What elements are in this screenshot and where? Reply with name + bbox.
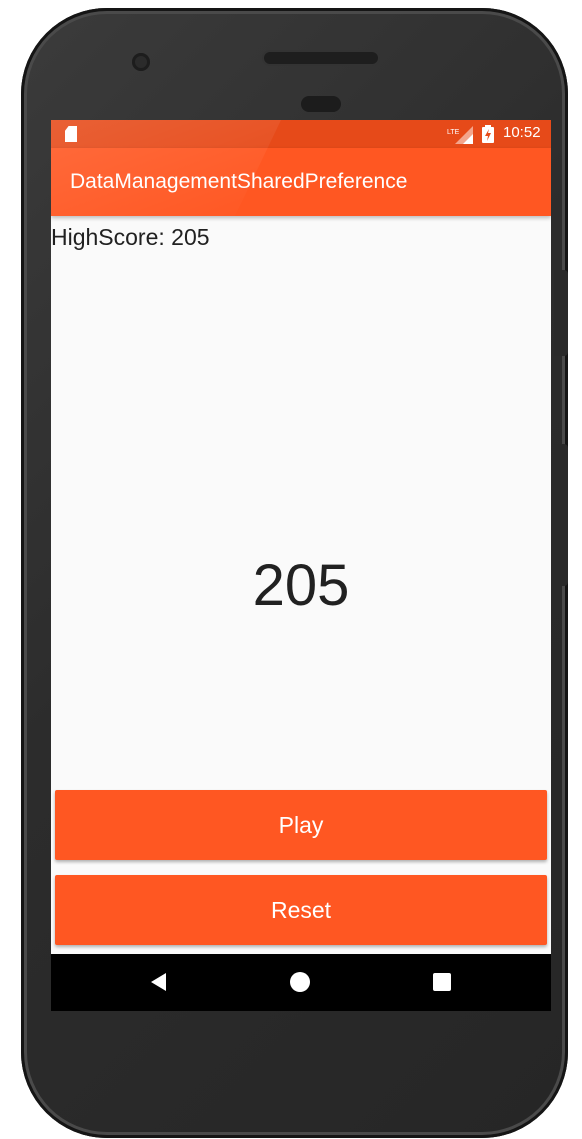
front-camera xyxy=(132,53,150,71)
app-bar: DataManagementSharedPreference xyxy=(51,120,551,216)
battery-charging-icon xyxy=(482,125,494,143)
network-type-label: LTE xyxy=(447,129,460,136)
lte-signal-icon: LTE xyxy=(447,126,473,144)
navigation-bar xyxy=(51,954,551,1011)
recents-icon[interactable] xyxy=(433,973,451,991)
current-score: 205 xyxy=(252,553,350,618)
play-button[interactable]: Play xyxy=(55,790,547,860)
sd-card-icon xyxy=(65,126,77,142)
volume-rocker xyxy=(554,444,568,586)
home-icon[interactable] xyxy=(290,972,310,992)
screen: LTE 10:52 DataManagementSharedPreference… xyxy=(51,120,551,1011)
power-button xyxy=(554,270,568,356)
status-bar: LTE 10:52 xyxy=(51,120,551,148)
back-icon[interactable] xyxy=(151,973,166,991)
earpiece-speaker xyxy=(264,52,378,64)
reset-button[interactable]: Reset xyxy=(55,875,547,945)
high-score-label: HighScore: 205 xyxy=(51,224,210,250)
proximity-sensor xyxy=(301,96,341,112)
app-title: DataManagementSharedPreference xyxy=(70,170,408,193)
status-time: 10:52 xyxy=(503,124,541,141)
